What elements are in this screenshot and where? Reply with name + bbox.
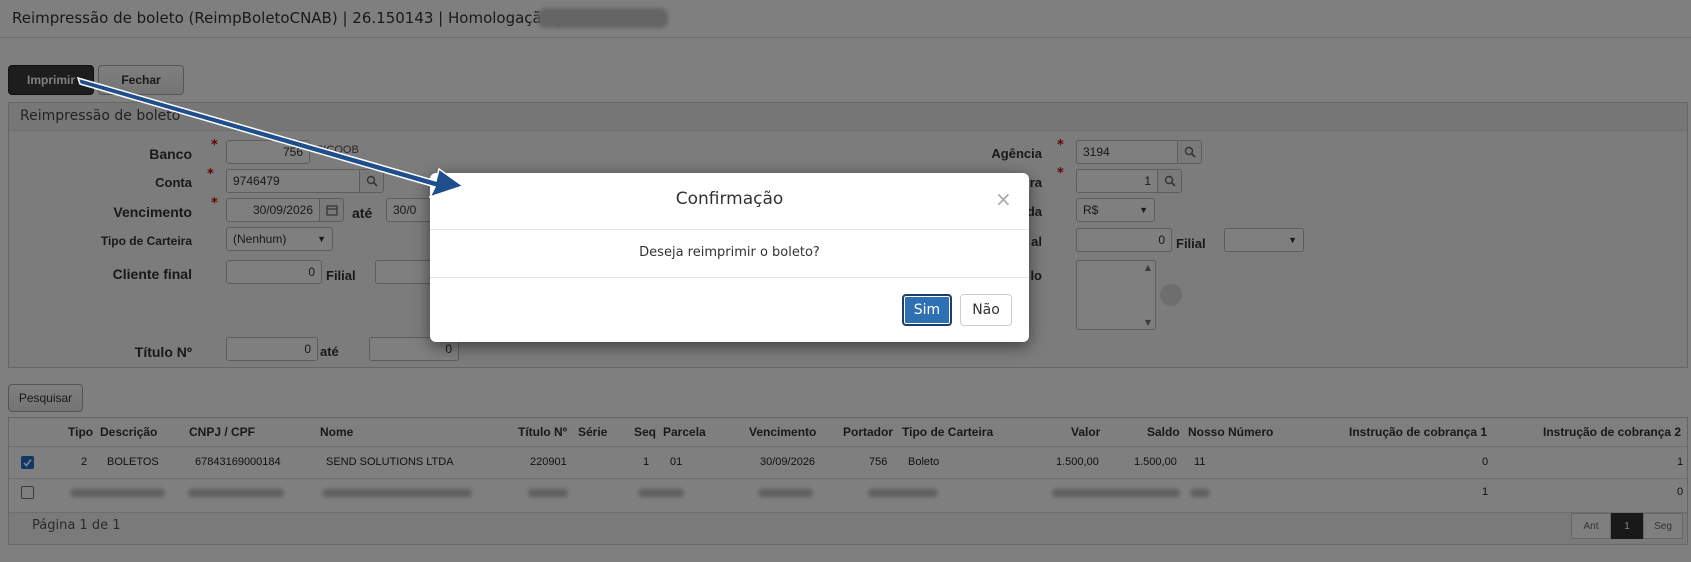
arrow-shape <box>76 76 465 199</box>
arrow-annotation <box>76 76 465 199</box>
